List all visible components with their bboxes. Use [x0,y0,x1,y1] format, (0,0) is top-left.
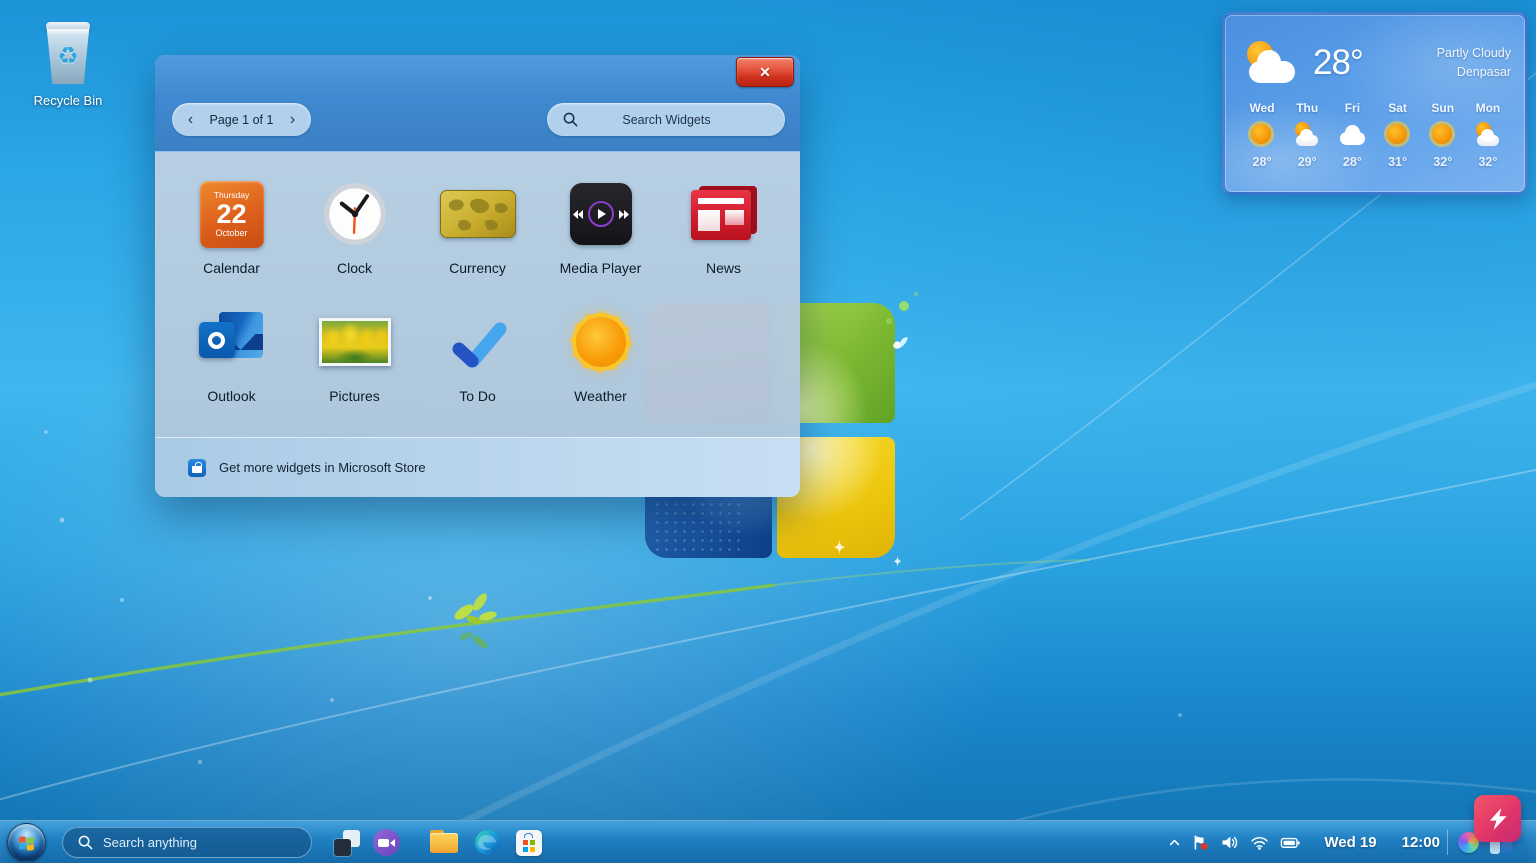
widget-tile-news[interactable]: News [662,178,785,306]
pictures-icon [319,318,391,366]
forecast-weather-icon [1473,122,1503,148]
close-button[interactable]: ✕ [736,57,794,87]
battery-icon[interactable] [1280,833,1301,852]
forecast-weather-icon [1337,122,1367,148]
wallpaper-green-sparkle [899,301,909,311]
widget-search-input[interactable] [578,113,785,127]
task-view-button[interactable] [334,830,360,856]
get-more-widgets-link[interactable]: Get more widgets in Microsoft Store [155,437,800,497]
widget-tile-calendar[interactable]: Thursday 22 October Calendar [170,178,293,306]
search-icon [78,835,93,850]
flower-sparkle-icon [832,540,847,555]
flower-sparkle-icon [892,556,903,567]
weather-sun-icon [570,311,632,373]
widget-label: Currency [449,260,506,276]
widget-gallery-panel: ‹ Page 1 of 1 › ✕ Thursday 22 [155,55,800,497]
page-indicator: Page 1 of 1 [210,113,274,127]
widget-label: Media Player [560,260,642,276]
wallpaper-green-sparkle [914,292,918,296]
widget-label: News [706,260,741,276]
microsoft-store-icon [524,833,533,838]
widget-label: To Do [459,388,496,404]
footer-label: Get more widgets in Microsoft Store [219,460,426,475]
volume-icon[interactable] [1220,833,1239,852]
taskbar-clock[interactable]: 12:00 [1402,834,1440,851]
widget-label: Calendar [203,260,260,276]
weather-condition: Partly Cloudy [1437,44,1511,63]
chat-icon [378,839,389,847]
pagination-control: ‹ Page 1 of 1 › [172,103,311,136]
system-tray: Wed 19 12:00 [1168,821,1440,863]
start-button[interactable] [7,823,46,862]
widget-label: Outlook [207,388,255,404]
widget-label: Pictures [329,388,380,404]
partly-cloudy-icon [1245,41,1301,85]
taskbar: Wed 19 12:00 [0,820,1536,863]
file-explorer-button[interactable] [430,830,458,855]
outlook-icon [199,312,265,372]
todo-check-icon [446,314,510,370]
current-temperature: 28° [1313,43,1363,83]
forecast-day[interactable]: Sun 32° [1422,101,1464,169]
wallpaper-green-sparkle [886,318,892,324]
calendar-icon: Thursday 22 October [200,181,264,248]
action-center-flag-icon[interactable] [1192,834,1209,851]
chevron-right-icon[interactable]: › [279,106,306,133]
recycle-bin[interactable]: ♻ Recycle Bin [16,22,120,108]
hidden-icons-chevron-icon[interactable] [1168,836,1181,849]
forward-icon [619,210,629,219]
recycle-bin-icon: ♻ [39,22,97,86]
widget-search-box[interactable] [547,103,785,136]
search-icon [563,112,578,127]
wifi-icon[interactable] [1250,833,1269,852]
taskbar-separator [1447,830,1448,855]
widget-label: Clock [337,260,372,276]
taskbar-date[interactable]: Wed 19 [1324,834,1376,851]
weather-location: Denpasar [1437,63,1511,82]
forecast-weather-icon [1383,122,1413,148]
windows-flag-icon [16,832,37,853]
forecast-day[interactable]: Sat 31° [1377,101,1419,169]
forecast-day[interactable]: Wed 28° [1241,101,1283,169]
widget-tile-media-player[interactable]: Media Player [539,178,662,306]
forecast-row: Wed 28° Thu 29° Fri 28° Sat 31° Sun [1225,99,1525,169]
widget-tile-clock[interactable]: Clock [293,178,416,306]
lightning-watermark-icon[interactable] [1474,795,1521,842]
weather-gadget[interactable]: 28° Partly Cloudy Denpasar Wed 28° Thu 2… [1222,12,1528,195]
forecast-day[interactable]: Fri 28° [1331,101,1373,169]
forecast-weather-icon [1428,122,1458,148]
microsoft-store-button[interactable] [516,830,542,856]
chat-button[interactable] [373,829,400,856]
microsoft-store-icon [188,459,206,477]
media-player-icon [570,183,632,245]
clock-icon [323,182,387,246]
forecast-day[interactable]: Mon 32° [1467,101,1509,169]
edge-button[interactable] [474,829,501,856]
taskbar-search-input[interactable] [103,835,311,850]
widget-tile-weather[interactable]: Weather [539,306,662,434]
widget-label: Weather [574,388,627,404]
recycle-bin-label: Recycle Bin [16,93,120,108]
rewind-icon [573,210,583,219]
forecast-weather-icon [1247,122,1277,148]
chevron-left-icon[interactable]: ‹ [177,106,204,133]
wallpaper-leaf-branch [452,591,498,650]
panel-header: ‹ Page 1 of 1 › ✕ [155,55,800,152]
widget-tile-currency[interactable]: Currency [416,178,539,306]
widget-tile-outlook[interactable]: Outlook [170,306,293,434]
forecast-weather-icon [1292,122,1322,148]
widget-tile-pictures[interactable]: Pictures [293,306,416,434]
edge-icon [474,829,501,856]
panel-body: Thursday 22 October Calendar [155,152,800,437]
butterfly-icon [891,336,909,351]
taskbar-search-box[interactable] [62,827,312,858]
currency-icon [440,190,516,238]
desktop: ♻ Recycle Bin 28° Partly Cloudy Denpasar… [0,0,1536,863]
forecast-day[interactable]: Thu 29° [1286,101,1328,169]
widget-tile-todo[interactable]: To Do [416,306,539,434]
news-icon [691,186,757,242]
